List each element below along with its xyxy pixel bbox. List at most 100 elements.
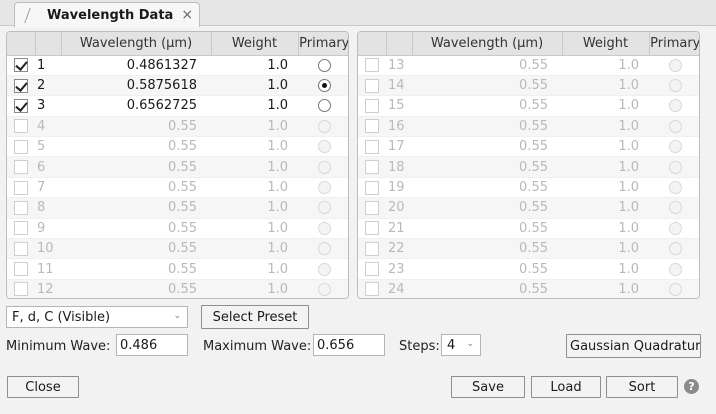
- row-weight[interactable]: 1.0: [562, 197, 649, 219]
- row-weight[interactable]: 1.0: [211, 279, 298, 298]
- row-wavelength[interactable]: 0.55: [412, 177, 562, 199]
- row-checkbox[interactable]: [365, 282, 379, 297]
- primary-radio[interactable]: [668, 99, 682, 113]
- save-button[interactable]: Save: [451, 376, 525, 398]
- primary-radio[interactable]: [668, 119, 682, 133]
- row-wavelength[interactable]: 0.5875618: [61, 75, 211, 97]
- row-wavelength[interactable]: 0.55: [412, 279, 562, 298]
- row-checkbox[interactable]: [14, 58, 28, 73]
- row-wavelength[interactable]: 0.55: [412, 95, 562, 117]
- row-weight[interactable]: 1.0: [211, 197, 298, 219]
- row-wavelength[interactable]: 0.55: [412, 116, 562, 138]
- row-checkbox[interactable]: [14, 221, 28, 236]
- row-wavelength[interactable]: 0.55: [412, 197, 562, 219]
- row-weight[interactable]: 1.0: [211, 238, 298, 260]
- row-checkbox[interactable]: [365, 200, 379, 215]
- preset-select[interactable]: F, d, C (Visible) ⌄: [6, 306, 188, 328]
- primary-radio[interactable]: [668, 181, 682, 195]
- primary-radio[interactable]: [317, 242, 331, 256]
- row-checkbox[interactable]: [365, 160, 379, 175]
- row-weight[interactable]: 1.0: [211, 95, 298, 117]
- row-weight[interactable]: 1.0: [211, 55, 298, 76]
- row-wavelength[interactable]: 0.55: [412, 136, 562, 158]
- row-checkbox[interactable]: [14, 200, 28, 215]
- row-wavelength[interactable]: 0.55: [61, 258, 211, 280]
- row-weight[interactable]: 1.0: [562, 136, 649, 158]
- row-weight[interactable]: 1.0: [562, 238, 649, 260]
- primary-radio[interactable]: [317, 160, 331, 174]
- row-wavelength[interactable]: 0.55: [61, 116, 211, 138]
- row-wavelength[interactable]: 0.55: [61, 238, 211, 260]
- primary-radio[interactable]: [317, 119, 331, 133]
- row-weight[interactable]: 1.0: [211, 177, 298, 199]
- row-wavelength[interactable]: 0.55: [412, 258, 562, 280]
- row-weight[interactable]: 1.0: [211, 116, 298, 138]
- row-weight[interactable]: 1.0: [211, 258, 298, 280]
- close-icon[interactable]: ×: [181, 8, 193, 22]
- row-weight[interactable]: 1.0: [562, 75, 649, 97]
- row-weight[interactable]: 1.0: [211, 136, 298, 158]
- primary-radio[interactable]: [668, 242, 682, 256]
- row-weight[interactable]: 1.0: [562, 156, 649, 178]
- row-checkbox[interactable]: [365, 119, 379, 134]
- row-weight[interactable]: 1.0: [562, 116, 649, 138]
- select-preset-button[interactable]: Select Preset: [201, 305, 309, 329]
- help-icon[interactable]: ?: [684, 379, 699, 394]
- row-weight[interactable]: 1.0: [211, 218, 298, 240]
- row-checkbox[interactable]: [365, 78, 379, 93]
- row-checkbox[interactable]: [365, 221, 379, 236]
- load-button[interactable]: Load: [531, 376, 601, 398]
- primary-radio[interactable]: [317, 221, 331, 235]
- row-checkbox[interactable]: [365, 98, 379, 113]
- row-wavelength[interactable]: 0.55: [61, 197, 211, 219]
- primary-radio[interactable]: [317, 79, 331, 93]
- row-wavelength[interactable]: 0.55: [412, 218, 562, 240]
- row-weight[interactable]: 1.0: [562, 218, 649, 240]
- row-weight[interactable]: 1.0: [211, 75, 298, 97]
- primary-radio[interactable]: [668, 201, 682, 215]
- row-checkbox[interactable]: [14, 119, 28, 134]
- row-checkbox[interactable]: [365, 241, 379, 256]
- row-wavelength[interactable]: 0.55: [412, 75, 562, 97]
- primary-radio[interactable]: [317, 282, 331, 296]
- primary-radio[interactable]: [317, 99, 331, 113]
- row-checkbox[interactable]: [14, 139, 28, 154]
- primary-radio[interactable]: [317, 201, 331, 215]
- steps-select[interactable]: 4 ⌄: [441, 334, 481, 356]
- row-checkbox[interactable]: [365, 180, 379, 195]
- primary-radio[interactable]: [668, 262, 682, 276]
- row-weight[interactable]: 1.0: [211, 156, 298, 178]
- row-wavelength[interactable]: 0.55: [61, 177, 211, 199]
- row-checkbox[interactable]: [14, 160, 28, 175]
- row-checkbox[interactable]: [365, 139, 379, 154]
- row-checkbox[interactable]: [14, 262, 28, 277]
- primary-radio[interactable]: [668, 79, 682, 93]
- row-weight[interactable]: 1.0: [562, 279, 649, 298]
- row-wavelength[interactable]: 0.55: [412, 55, 562, 76]
- row-wavelength[interactable]: 0.6562725: [61, 95, 211, 117]
- row-weight[interactable]: 1.0: [562, 258, 649, 280]
- primary-radio[interactable]: [317, 58, 331, 72]
- primary-radio[interactable]: [317, 181, 331, 195]
- row-checkbox[interactable]: [14, 241, 28, 256]
- row-weight[interactable]: 1.0: [562, 55, 649, 76]
- max-wave-input[interactable]: 0.656: [313, 334, 385, 356]
- row-wavelength[interactable]: 0.55: [412, 238, 562, 260]
- primary-radio[interactable]: [668, 140, 682, 154]
- row-wavelength[interactable]: 0.55: [61, 156, 211, 178]
- row-checkbox[interactable]: [14, 180, 28, 195]
- row-weight[interactable]: 1.0: [562, 177, 649, 199]
- row-checkbox[interactable]: [14, 282, 28, 297]
- row-checkbox[interactable]: [365, 262, 379, 277]
- gaussian-quadrature-button[interactable]: Gaussian Quadrature: [566, 334, 701, 358]
- primary-radio[interactable]: [317, 140, 331, 154]
- primary-radio[interactable]: [668, 160, 682, 174]
- row-wavelength[interactable]: 0.4861327: [61, 55, 211, 76]
- row-checkbox[interactable]: [365, 58, 379, 73]
- row-checkbox[interactable]: [14, 98, 28, 113]
- tab-wavelength-data[interactable]: Wavelength Data ×: [14, 2, 200, 27]
- close-button[interactable]: Close: [7, 376, 79, 398]
- row-checkbox[interactable]: [14, 78, 28, 93]
- primary-radio[interactable]: [317, 262, 331, 276]
- row-wavelength[interactable]: 0.55: [61, 136, 211, 158]
